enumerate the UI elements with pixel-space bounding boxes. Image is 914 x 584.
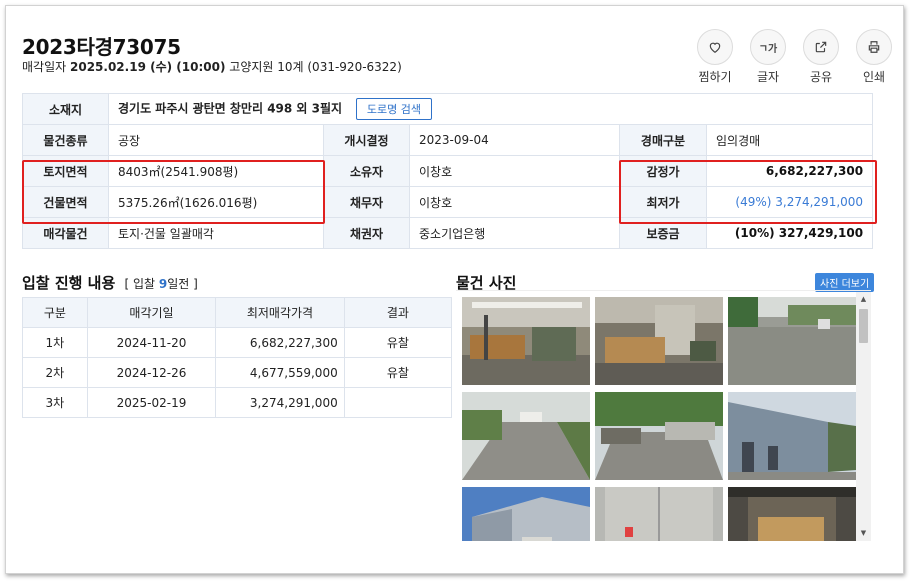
bid-price: 4,677,559,000 — [215, 357, 345, 388]
minimum-price-value: (49%) 3,274,291,000 — [705, 186, 874, 218]
deposit-value: (10%) 327,429,100 — [705, 217, 874, 249]
photo-thumb-access-road[interactable] — [462, 392, 590, 480]
bid-col-price: 최저매각가격 — [215, 297, 345, 328]
bid-round: 3차 — [22, 387, 88, 418]
print-label: 인쇄 — [862, 70, 886, 84]
info-row-type: 물건종류 공장 개시결정 2023-09-04 경매구분 임의경매 — [22, 124, 874, 156]
bid-progress-header: 입찰 진행 내용 [ 입찰 9일전 ] — [22, 272, 198, 293]
info-row-sale-item: 매각물건 토지·건물 일괄매각 채권자 중소기업은행 보증금 (10%) 327… — [22, 217, 874, 249]
photo-thumb-building-front[interactable] — [462, 487, 590, 541]
print-button[interactable]: 인쇄 — [856, 29, 892, 85]
print-icon — [856, 29, 892, 65]
sale-info-line: 매각일자 2025.02.19 (수) (10:00) 고양지원 10계 (03… — [22, 58, 402, 75]
case-number-title: 2023타경73075 — [22, 35, 181, 59]
appraisal-value: 6,682,227,300 — [705, 155, 874, 187]
debtor-label: 채무자 — [323, 186, 410, 218]
favorite-label: 찜하기 — [698, 70, 732, 84]
photo-thumb-yard-1[interactable] — [728, 297, 856, 385]
sale-item-value: 토지·건물 일괄매각 — [108, 217, 324, 249]
font-size-button[interactable]: ㄱ가 글자 — [750, 29, 786, 85]
location-value: 경기도 파주시 광탄면 창만리 498 외 3필지 — [118, 101, 343, 116]
location-label: 소재지 — [22, 93, 109, 125]
building-area-value: 5375.26㎡(1626.016평) — [108, 186, 324, 218]
bid-result: 유찰 — [343, 327, 453, 358]
location-cell: 경기도 파주시 광탄면 창만리 498 외 3필지 도로명 검색 — [107, 93, 874, 125]
photo-gallery — [456, 290, 871, 541]
commence-value: 2023-09-04 — [409, 124, 620, 156]
font-size-label: 글자 — [756, 70, 780, 84]
bid-result — [343, 387, 453, 418]
photo-thumb-door[interactable] — [595, 487, 723, 541]
minimum-price-label: 최저가 — [619, 186, 707, 218]
owner-value: 이창호 — [409, 155, 620, 187]
bid-price: 6,682,227,300 — [215, 327, 345, 358]
creditor-label: 채권자 — [323, 217, 410, 249]
sale-date: 2025.02.19 (수) (10:00) — [70, 60, 226, 74]
scroll-down-icon[interactable]: ▼ — [856, 526, 871, 541]
photo-thumb-warehouse[interactable] — [728, 487, 856, 541]
deposit-label: 보증금 — [619, 217, 707, 249]
share-label: 공유 — [809, 70, 833, 84]
bid-date: 2025-02-19 — [86, 387, 217, 418]
land-area-label: 토지면적 — [22, 155, 109, 187]
scroll-up-icon[interactable]: ▲ — [856, 292, 871, 307]
info-row-building: 건물면적 5375.26㎡(1626.016평) 채무자 이창호 최저가 (49… — [22, 186, 874, 218]
building-area-label: 건물면적 — [22, 186, 109, 218]
bid-date: 2024-11-20 — [86, 327, 217, 358]
appraisal-label: 감정가 — [619, 155, 707, 187]
share-icon — [803, 29, 839, 65]
share-button[interactable]: 공유 — [803, 29, 839, 85]
table-row: 2차 2024-12-26 4,677,559,000 유찰 — [22, 357, 453, 388]
action-toolbar: 찜하기 ㄱ가 글자 공유 인쇄 — [697, 29, 892, 85]
commence-label: 개시결정 — [323, 124, 410, 156]
gallery-scrollbar[interactable]: ▲ ▼ — [856, 292, 871, 541]
road-search-button[interactable]: 도로명 검색 — [355, 98, 433, 120]
debtor-value: 이창호 — [409, 186, 620, 218]
font-size-icon: ㄱ가 — [750, 29, 786, 65]
table-row: 3차 2025-02-19 3,274,291,000 — [22, 387, 453, 418]
owner-label: 소유자 — [323, 155, 410, 187]
property-type-label: 물건종류 — [22, 124, 109, 156]
property-type-value: 공장 — [108, 124, 324, 156]
bid-round: 1차 — [22, 327, 88, 358]
info-row-location: 소재지 경기도 파주시 광탄면 창만리 498 외 3필지 도로명 검색 — [22, 93, 874, 125]
sale-item-label: 매각물건 — [22, 217, 109, 249]
bid-history-table: 구분 매각기일 최저매각가격 결과 1차 2024-11-20 6,682,22… — [22, 297, 453, 418]
heart-icon — [697, 29, 733, 65]
sale-date-label: 매각일자 — [22, 60, 67, 74]
auction-type-label: 경매구분 — [619, 124, 707, 156]
scroll-thumb[interactable] — [859, 309, 868, 343]
info-row-land: 토지면적 8403㎡(2541.908평) 소유자 이창호 감정가 6,682,… — [22, 155, 874, 187]
photo-thumb-factory-interior-1[interactable] — [462, 297, 590, 385]
bid-col-date: 매각기일 — [86, 297, 217, 328]
bid-date: 2024-12-26 — [86, 357, 217, 388]
creditor-value: 중소기업은행 — [409, 217, 620, 249]
bid-progress-title: 입찰 진행 내용 — [22, 274, 116, 292]
photo-thumb-building-side[interactable] — [728, 392, 856, 480]
property-info-table: 소재지 경기도 파주시 광탄면 창만리 498 외 3필지 도로명 검색 물건종… — [22, 93, 874, 249]
photo-thumb-entrance[interactable] — [595, 392, 723, 480]
bid-col-round: 구분 — [22, 297, 88, 328]
bid-table-header: 구분 매각기일 최저매각가격 결과 — [22, 297, 453, 328]
photo-thumb-factory-interior-2[interactable] — [595, 297, 723, 385]
bid-days-remaining: [ 입찰 9일전 ] — [124, 277, 198, 291]
favorite-button[interactable]: 찜하기 — [697, 29, 733, 85]
bid-col-result: 결과 — [343, 297, 453, 328]
table-row: 1차 2024-11-20 6,682,227,300 유찰 — [22, 327, 453, 358]
court-info: 고양지원 10계 (031-920-6322) — [229, 60, 402, 74]
bid-round: 2차 — [22, 357, 88, 388]
bid-result: 유찰 — [343, 357, 453, 388]
bid-price: 3,274,291,000 — [215, 387, 345, 418]
auction-type-value: 임의경매 — [705, 124, 874, 156]
land-area-value: 8403㎡(2541.908평) — [108, 155, 324, 187]
